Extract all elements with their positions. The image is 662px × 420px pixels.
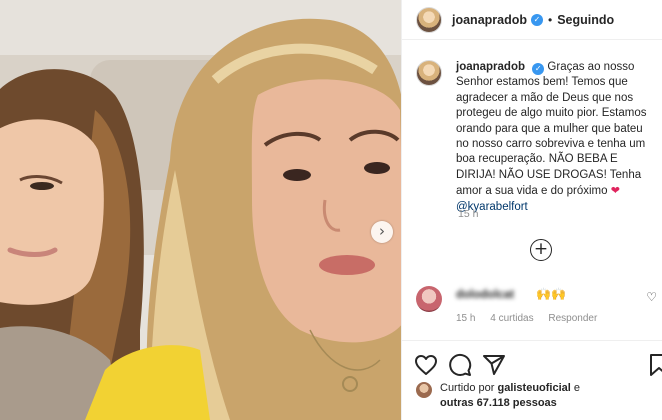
heart-icon[interactable] — [414, 353, 438, 377]
load-more-comments-button[interactable]: + — [530, 239, 552, 261]
bookmark-icon[interactable] — [647, 353, 662, 377]
likes-count-link[interactable]: outras 67.118 pessoas — [440, 397, 557, 409]
caption-text: joanapradob ✓ Graças ao nosso Senhor est… — [456, 60, 656, 215]
action-bar: Curtido por galisteuoficial e outras 67.… — [402, 340, 662, 420]
caption-body: Graças ao nosso Senhor estamos bem! Temo… — [456, 61, 647, 198]
verified-icon: ✓ — [531, 13, 544, 26]
caption-timestamp[interactable]: 15 h — [458, 208, 478, 220]
following-button[interactable]: Seguindo — [557, 13, 614, 27]
reply-button[interactable]: Responder — [548, 313, 597, 324]
comment-like-heart-icon[interactable]: ♡ — [646, 290, 657, 304]
liked-by-prefix: Curtido por — [440, 382, 495, 394]
author-username[interactable]: joanapradob — [452, 13, 527, 27]
liker-avatar[interactable] — [416, 382, 432, 398]
carousel-next-button[interactable]: › — [371, 221, 393, 243]
post-image[interactable]: › — [0, 0, 401, 420]
likes-conjunction: e — [573, 382, 581, 394]
comment-likes-count[interactable]: 4 curtidas — [490, 313, 533, 324]
post-side-panel: joanapradob ✓ • Seguindo joanapradob ✓ G… — [401, 0, 662, 420]
caption: joanapradob ✓ Graças ao nosso Senhor est… — [416, 60, 656, 215]
red-heart-emoji: ❤ — [610, 184, 620, 198]
commenter-username[interactable]: dolodolcat — [456, 289, 514, 301]
add-circle-icon: + — [533, 239, 549, 259]
post-photo — [0, 0, 401, 420]
comment-text: 🙌🙌 — [536, 287, 566, 301]
author-avatar[interactable] — [416, 6, 442, 33]
comment-timestamp[interactable]: 15 h — [456, 313, 475, 324]
post-header: joanapradob ✓ • Seguindo — [402, 0, 662, 40]
likes-summary: Curtido por galisteuoficial e outras 67.… — [416, 381, 580, 410]
commenter-avatar[interactable] — [416, 286, 442, 312]
comment-icon[interactable] — [448, 353, 472, 377]
caption-avatar[interactable] — [416, 60, 442, 86]
likes-text: Curtido por galisteuoficial e outras 67.… — [440, 381, 580, 410]
caption-username[interactable]: joanapradob — [456, 61, 525, 73]
verified-icon: ✓ — [532, 63, 545, 75]
liker-username[interactable]: galisteuoficial — [497, 382, 570, 394]
separator-dot: • — [548, 12, 553, 27]
chevron-right-icon: › — [379, 222, 385, 240]
comment-item: dolodolcat 🙌🙌 15 h 4 curtidas Responder … — [416, 284, 662, 324]
comment-meta: 15 h 4 curtidas Responder — [456, 313, 609, 324]
share-icon[interactable] — [482, 353, 506, 377]
